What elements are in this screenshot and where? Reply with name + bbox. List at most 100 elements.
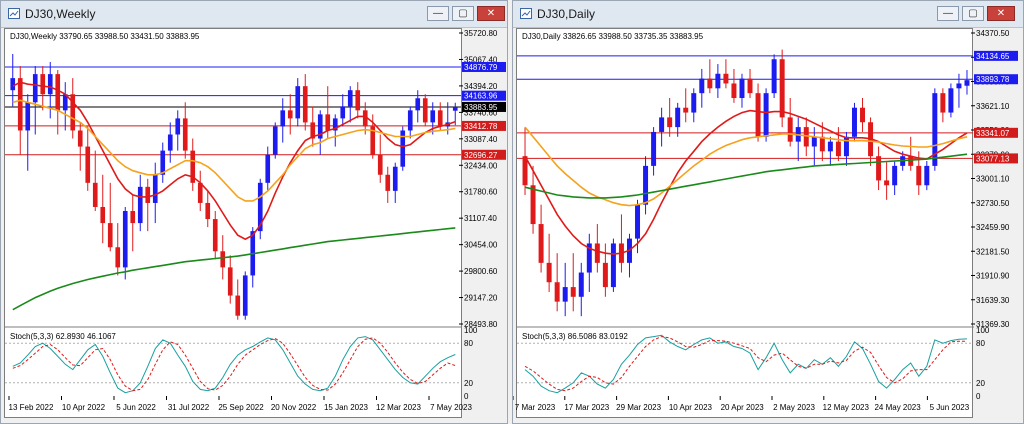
candle-body xyxy=(145,186,151,203)
candle-body xyxy=(220,251,226,268)
y-axis-tick-label: 29800.60 xyxy=(464,267,498,276)
candle-body xyxy=(85,146,91,183)
x-axis-tick-label: 15 Jan 2023 xyxy=(324,403,369,412)
candle-body xyxy=(530,185,536,225)
candle-body xyxy=(25,102,31,131)
level-price-label: 33341.07 xyxy=(976,129,1010,138)
candle-body xyxy=(651,131,657,166)
y-axis-tick-label: 33621.10 xyxy=(976,102,1010,111)
y-axis-tick-label: 35720.80 xyxy=(464,29,498,38)
candle-body xyxy=(137,186,143,224)
candle-body xyxy=(835,141,841,157)
candle-body xyxy=(302,86,308,123)
candle-body xyxy=(47,74,53,95)
stoch-y-tick-label: 0 xyxy=(464,392,469,401)
candle-body xyxy=(272,126,278,155)
candle-body xyxy=(392,166,398,191)
weekly-titlebar[interactable]: DJ30,Weekly — ▢ ✕ xyxy=(1,1,507,28)
candle-body xyxy=(691,93,697,113)
close-button[interactable]: ✕ xyxy=(987,6,1015,21)
stoch-y-tick-label: 100 xyxy=(464,326,478,335)
candle-body xyxy=(610,243,616,288)
candle-body xyxy=(347,90,353,107)
stoch-y-tick-label: 0 xyxy=(976,392,981,401)
level-price-label: 33893.78 xyxy=(976,75,1010,84)
moving-average-line-3 xyxy=(12,227,456,311)
candle-body xyxy=(212,219,218,252)
candle-body xyxy=(280,110,286,127)
restore-button[interactable]: ▢ xyxy=(962,6,984,21)
candle-body xyxy=(635,204,641,239)
candle-body xyxy=(594,243,600,263)
x-axis-tick-label: 5 Jun 2023 xyxy=(930,403,970,412)
daily-chart-window: DJ30,Daily — ▢ ✕ 34370.50 34134.65 33893.7… xyxy=(512,0,1024,424)
level-price-label: 33077.13 xyxy=(976,154,1010,163)
candle-body xyxy=(152,174,158,203)
candle-body xyxy=(747,78,753,94)
candle-body xyxy=(683,107,689,113)
candle-body xyxy=(437,110,443,127)
candle-body xyxy=(562,287,568,302)
candle-body xyxy=(107,223,113,248)
candle-body xyxy=(570,287,576,297)
stoch-y-tick-label: 80 xyxy=(464,339,473,348)
candle-body xyxy=(779,59,785,118)
candle-body xyxy=(415,98,421,111)
x-axis-tick-label: 17 Mar 2023 xyxy=(564,403,609,412)
candle-body xyxy=(295,86,301,119)
weekly-chart[interactable]: 35720.8035067.4034394.2033740.6033087.40… xyxy=(1,28,509,423)
candle-body xyxy=(892,165,898,186)
level-price-label: 34876.79 xyxy=(464,63,498,72)
candle-body xyxy=(197,182,203,203)
candle-body xyxy=(699,78,705,94)
candle-body xyxy=(407,110,413,131)
stoch-header: Stoch(5,3,3) 62.8930 46.1067 xyxy=(10,332,116,341)
candle-body xyxy=(763,93,769,137)
candle-body xyxy=(739,78,745,99)
candle-body xyxy=(92,182,98,207)
minimize-button[interactable]: — xyxy=(427,6,449,21)
candle-body xyxy=(731,83,737,99)
candle-body xyxy=(340,106,346,119)
moving-average-line-1 xyxy=(524,109,968,255)
daily-chart[interactable]: 34370.5034134.6533893.7833621.1033550.90… xyxy=(513,28,1024,423)
weekly-chart-window: DJ30,Weekly — ▢ ✕ 35720.80 35067.40 34394.… xyxy=(0,0,508,424)
y-axis-tick-label: 31107.40 xyxy=(464,214,497,223)
stoch-y-tick-label: 20 xyxy=(976,379,985,388)
daily-titlebar[interactable]: DJ30,Daily — ▢ ✕ xyxy=(513,1,1023,28)
candle-body xyxy=(287,110,293,119)
candle-body xyxy=(819,136,825,152)
level-price-label: 32696.27 xyxy=(464,151,498,160)
restore-button[interactable]: ▢ xyxy=(452,6,474,21)
stoch-y-tick-label: 20 xyxy=(464,379,473,388)
level-price-label: 34134.65 xyxy=(976,52,1010,61)
level-price-label: 34163.96 xyxy=(464,92,498,101)
candle-body xyxy=(265,154,271,183)
stoch-k-line xyxy=(12,336,456,394)
candle-body xyxy=(115,247,121,268)
candle-body xyxy=(546,262,552,283)
candle-body xyxy=(452,106,458,111)
y-axis-tick-label: 33001.10 xyxy=(976,175,1010,184)
candle-body xyxy=(167,134,173,151)
chart-window-icon xyxy=(8,8,20,19)
x-axis-tick-label: 24 May 2023 xyxy=(874,403,921,412)
candle-body xyxy=(884,180,890,186)
minimize-button[interactable]: — xyxy=(937,6,959,21)
y-axis-tick-label: 29147.20 xyxy=(464,294,498,303)
candle-body xyxy=(122,211,128,268)
candle-body xyxy=(860,107,866,123)
candle-body xyxy=(602,262,608,288)
y-axis-tick-label: 31780.60 xyxy=(464,188,498,197)
x-axis-tick-label: 12 Mar 2023 xyxy=(376,403,421,412)
x-axis-tick-label: 12 May 2023 xyxy=(823,403,870,412)
candle-body xyxy=(659,117,665,132)
candle-body xyxy=(355,90,361,111)
candle-body xyxy=(130,211,136,224)
candle-body xyxy=(771,59,777,94)
y-axis-tick-label: 32459.90 xyxy=(976,223,1010,232)
candle-body xyxy=(32,74,38,103)
stoch-y-tick-label: 100 xyxy=(976,326,990,335)
close-button[interactable]: ✕ xyxy=(477,6,505,21)
candle-body xyxy=(175,118,181,135)
